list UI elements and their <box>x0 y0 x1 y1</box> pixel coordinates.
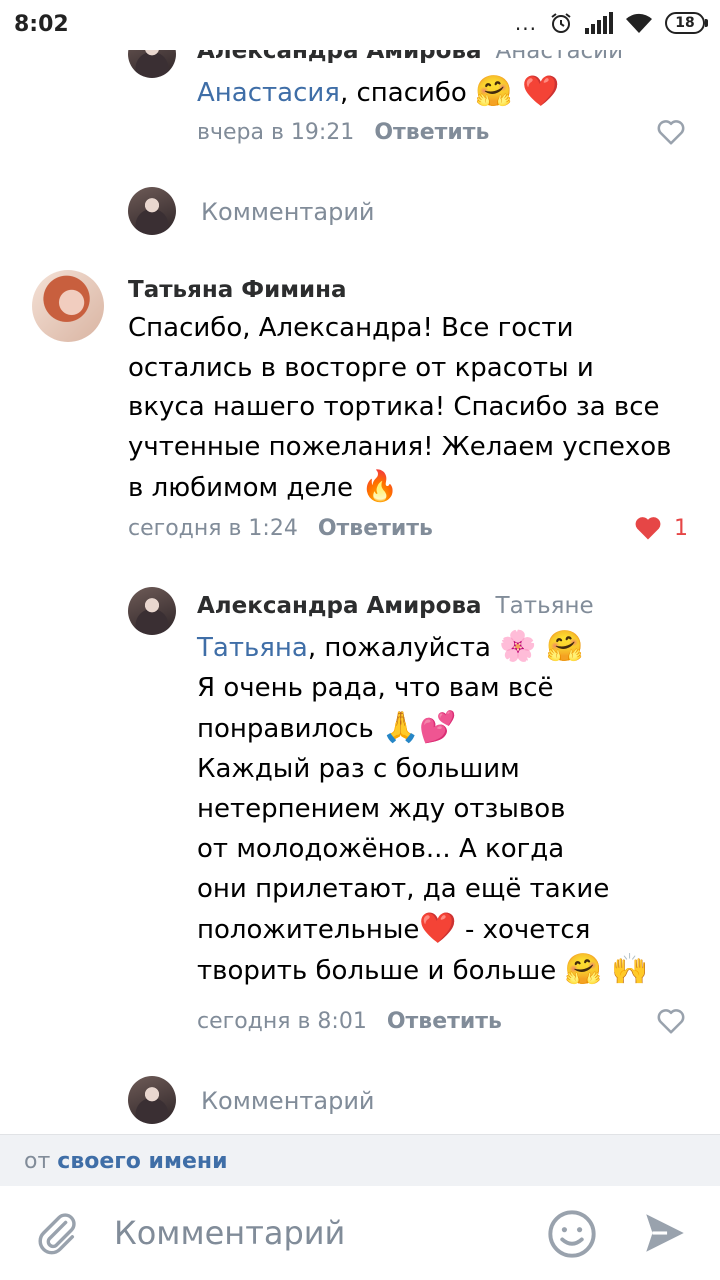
like-heart-filled-icon[interactable] <box>632 514 664 542</box>
comment-time: вчера в 19:21 <box>197 120 355 145</box>
comment-placeholder[interactable]: Комментарий <box>201 198 375 226</box>
like-heart-icon[interactable] <box>656 1007 686 1035</box>
attach-paperclip-icon[interactable] <box>34 1210 80 1256</box>
comment-text: Спасибо, Александра! Все гости остались … <box>128 313 672 504</box>
like-control[interactable]: 1 <box>632 514 688 542</box>
emoji: 🤗 ❤️ <box>475 74 560 109</box>
status-time: 8:02 <box>14 12 69 37</box>
comment-placeholder[interactable]: Комментарий <box>201 1087 375 1115</box>
comment-time: сегодня в 1:24 <box>128 516 298 541</box>
post-as-bar[interactable]: от своего имени <box>0 1134 720 1186</box>
reply-button[interactable]: Ответить <box>374 120 489 145</box>
comment-author[interactable]: Александра Амирова <box>197 593 482 619</box>
reply-button[interactable]: Ответить <box>318 516 433 541</box>
signal-icon <box>585 12 613 34</box>
battery-level: 18 <box>665 12 705 34</box>
comment-meta: вчера в 19:21 Ответить <box>197 120 489 145</box>
avatar[interactable] <box>128 587 176 635</box>
status-icons: ... 18 <box>515 11 708 35</box>
comment-meta: сегодня в 1:24 Ответить <box>128 516 433 541</box>
emoji: 🌸 🤗 <box>499 629 584 664</box>
reply-to-label[interactable]: Татьяне <box>496 593 594 619</box>
heart-emoji: ❤️ <box>419 911 457 946</box>
comment-time: сегодня в 8:01 <box>197 1009 367 1034</box>
emoji: 🙏💕 <box>381 710 457 745</box>
send-icon[interactable] <box>640 1208 690 1258</box>
emoji-smile-icon[interactable] <box>546 1208 598 1260</box>
post-as-prefix: от <box>24 1149 58 1174</box>
mention-link[interactable]: Анастасия <box>197 78 340 108</box>
post-as-link[interactable]: своего имени <box>57 1149 227 1174</box>
avatar <box>128 1076 176 1124</box>
avatar <box>128 187 176 235</box>
mention-link[interactable]: Татьяна <box>197 633 308 663</box>
avatar[interactable] <box>32 270 104 342</box>
emoji: 🤗 🙌 <box>564 952 649 987</box>
comment-author[interactable]: Татьяна Фимина <box>128 277 347 303</box>
reply-button[interactable]: Ответить <box>387 1009 502 1034</box>
comment-text: Анастасия, спасибо 🤗 ❤️ <box>197 74 560 109</box>
wifi-icon <box>626 13 652 33</box>
comment-text: Татьяна, пожалуйста 🌸 🤗 Я очень рада, чт… <box>197 629 649 987</box>
comment-meta: сегодня в 8:01 Ответить <box>197 1009 502 1034</box>
like-count: 1 <box>674 515 688 541</box>
comment-input-bar: Комментарий <box>0 1186 720 1280</box>
comment-header: Александра Амирова Татьяне <box>197 593 594 619</box>
status-bar: 8:02 ... 18 <box>0 0 720 50</box>
like-heart-icon[interactable] <box>656 118 686 146</box>
battery-icon: 18 <box>665 12 708 34</box>
more-dots-icon: ... <box>514 11 537 35</box>
comment-input[interactable]: Комментарий <box>114 1214 345 1252</box>
fire-emoji: 🔥 <box>361 469 399 504</box>
alarm-icon <box>551 13 571 33</box>
